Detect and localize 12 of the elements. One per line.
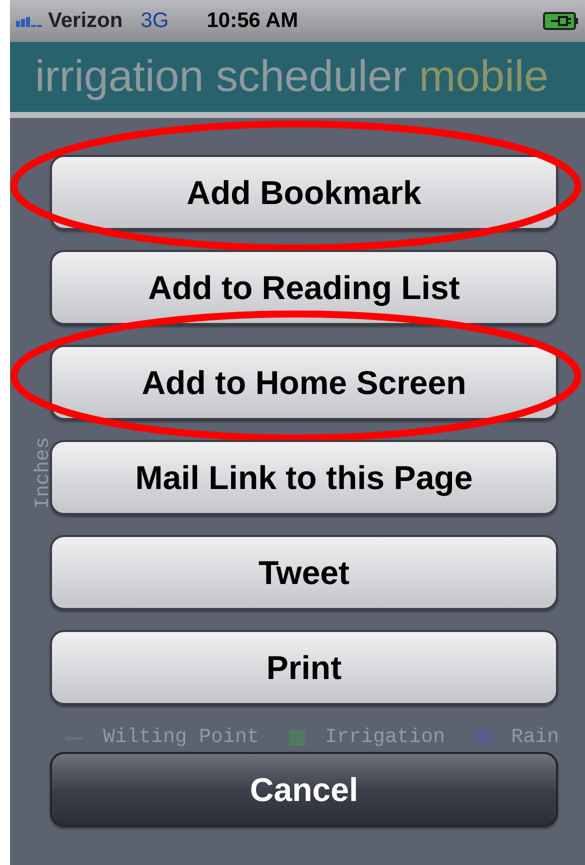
action-button[interactable]: Tweet	[50, 535, 558, 610]
action-button[interactable]: Add to Reading List	[50, 250, 558, 325]
action-button[interactable]: Cancel	[50, 752, 558, 827]
action-button[interactable]: Add Bookmark	[50, 155, 558, 230]
action-button[interactable]: Mail Link to this Page	[50, 440, 558, 515]
carrier-name: Verizon	[48, 8, 123, 34]
network-type: 3G	[140, 8, 169, 34]
clock-time: 10:56 AM	[206, 8, 298, 34]
app-title: irrigation scheduler mobile	[35, 51, 549, 103]
action-button[interactable]: Add to Home Screen	[50, 345, 558, 420]
action-button[interactable]: Print	[50, 630, 558, 705]
battery-icon	[543, 12, 579, 30]
